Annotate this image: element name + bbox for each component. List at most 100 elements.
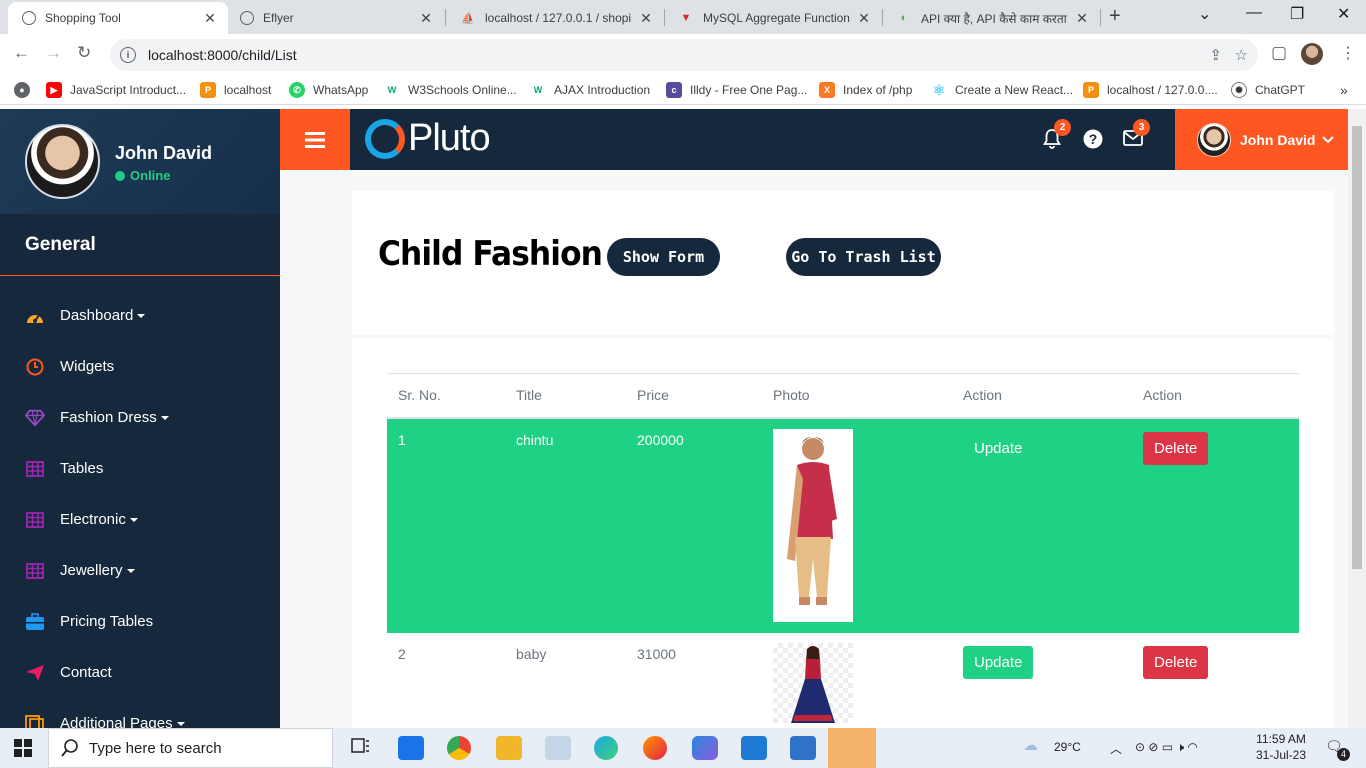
cell-delete: Delete [1132,418,1299,633]
close-window-icon[interactable]: ✕ [1337,4,1350,24]
sidebar-item-contact[interactable]: Contact [0,647,280,698]
close-tab-icon[interactable]: ✕ [1074,10,1090,27]
reload-icon[interactable]: ↻ [77,43,91,63]
apps-icon[interactable]: ● [14,82,38,98]
bookmark-item[interactable]: W W3Schools Online... [384,82,517,98]
w3schools-icon: W [530,82,546,98]
system-tray-chevron-icon[interactable]: ︿ [1110,740,1122,757]
show-form-button[interactable]: Show Form [607,238,720,276]
windows-start-icon[interactable] [14,739,32,760]
scrollbar-thumb[interactable] [1352,126,1362,569]
bookmark-item[interactable]: c Illdy - Free One Pag... [666,82,807,98]
cell-title: baby [516,645,547,662]
chevron-down-icon [176,721,185,726]
tab-title: MySQL Aggregate Functions [703,11,850,25]
trash-list-button[interactable]: Go To Trash List [786,238,941,276]
sidebar-item-additional-pages[interactable]: Additional Pages [0,698,280,728]
weather-temperature[interactable]: 29°C [1054,740,1081,754]
bookmark-item[interactable]: Plocalhost / 127.0.0.... [1083,82,1218,98]
file-explorer-icon[interactable] [496,736,522,760]
sidebar-item-widgets[interactable]: Widgets [0,341,280,392]
browser-tab[interactable]: ⛵ localhost / 127.0.0.1 / shopin ✕ [446,2,664,34]
page-scrollbar[interactable] [1348,109,1366,728]
svg-text:?: ? [1089,131,1098,147]
forward-icon[interactable]: → [45,43,62,63]
clock[interactable]: 11:59 AM 31-Jul-23 [1256,731,1306,763]
task-view-icon[interactable] [350,736,376,760]
table-row[interactable]: 2 baby 31000 Update Delete [387,633,1299,729]
browser-tab[interactable]: ▼ MySQL Aggregate Functions ✕ [664,2,882,34]
bookmark-item[interactable]: Plocalhost [200,82,271,98]
help-icon[interactable]: ? [1083,129,1103,155]
windows-taskbar: Type here to search ☁ 29°C ︿ ⊙ ⊘ ▭ 🕨 ◠ 1… [0,728,1366,768]
tray-icons[interactable]: ⊙ ⊘ ▭ 🕨 ◠ [1135,740,1198,755]
chrome-icon[interactable] [447,736,471,760]
taskbar-search[interactable]: Type here to search [48,728,333,768]
sidebar-item-tables[interactable]: Tables [0,443,280,494]
close-tab-icon[interactable]: ✕ [638,10,654,27]
sidebar-item-jewellery[interactable]: Jewellery [0,545,280,596]
mail-app-icon[interactable] [398,736,424,760]
vscode-icon[interactable] [741,736,767,760]
sidebar-item-pricing-tables[interactable]: Pricing Tables [0,596,280,647]
close-tab-icon[interactable]: ✕ [202,10,218,27]
column-header: Sr. No. [398,387,441,404]
cell-photo [762,418,952,633]
tab-search-icon[interactable]: ⌄ [1198,4,1211,24]
browser-tab-active[interactable]: Shopping Tool ✕ [8,2,228,34]
user-dropdown[interactable]: John David [1175,109,1348,170]
update-button[interactable]: Update [963,645,1034,679]
notification-count-badge: 2 [1054,119,1071,136]
phpmyadmin-icon: ⛵ [461,12,475,25]
url-bar[interactable]: i localhost:8000/child/List ⇪ ☆ [110,39,1258,71]
table-icon [25,510,45,530]
bookmark-item[interactable]: ✺ ChatGPT [1231,82,1305,98]
search-placeholder: Type here to search [89,739,222,757]
site-info-icon[interactable]: i [120,47,136,63]
cell-delete: Delete [1132,633,1299,729]
active-app-icon[interactable] [828,728,876,768]
sidebar: John David Online General Dashboard Widg… [0,109,280,728]
bookmark-item[interactable]: W AJAX Introduction [530,82,650,98]
phpmyadmin-icon: P [200,82,216,98]
sidebar-item-fashion-dress[interactable]: Fashion Dress [0,392,280,443]
bookmark-item[interactable]: X Index of /php [819,82,912,98]
cell-update: Update [952,633,1132,729]
paint-icon[interactable] [545,736,571,760]
bookmark-item[interactable]: ▶ JavaScript Introduct... [46,82,186,98]
bookmark-item[interactable]: ✆ WhatsApp [289,82,368,98]
close-tab-icon[interactable]: ✕ [418,10,434,27]
sidebar-menu: Dashboard Widgets Fashion Dress Tables E… [0,276,280,728]
profile-avatar[interactable] [1301,43,1323,65]
menu-icon[interactable]: ⋮ [1340,43,1356,63]
back-icon[interactable]: ← [13,43,30,63]
browser-tab[interactable]: ◐ API क्या है, API कैसे काम करता ✕ [882,2,1100,34]
more-bookmarks-icon[interactable]: » [1340,82,1348,98]
sidebar-item-electronic[interactable]: Electronic [0,494,280,545]
new-tab-icon[interactable]: + [1109,5,1121,28]
edge-icon[interactable] [594,736,618,760]
cell-title: chintu [516,431,554,448]
update-button[interactable]: Update [963,432,1033,465]
brand-logo[interactable]: Pluto [365,117,491,160]
share-bookmark-icons[interactable]: ⇪ ☆ [1209,46,1248,64]
browser-tab[interactable]: Eflyer ✕ [226,2,444,34]
delete-button[interactable]: Delete [1143,645,1209,679]
copilot-icon[interactable] [692,736,718,760]
whatsapp-icon: ✆ [289,82,305,98]
photos-icon[interactable] [790,736,816,760]
tab-title: localhost / 127.0.0.1 / shopin [485,11,632,25]
tab-title: API क्या है, API कैसे काम करता [921,11,1067,26]
bookmark-item[interactable]: ⚛ Create a New React... [931,82,1073,98]
sidebar-item-dashboard[interactable]: Dashboard [0,290,280,341]
minimize-icon[interactable]: — [1246,4,1262,22]
side-panel-icon[interactable]: ▢ [1271,43,1287,63]
phpmyadmin-icon: P [1083,82,1099,98]
delete-button[interactable]: Delete [1143,431,1209,465]
restore-icon[interactable]: ❐ [1290,4,1304,24]
close-tab-icon[interactable]: ✕ [856,10,872,27]
table-row[interactable]: 1 chintu 200000 Update Delete [387,417,1299,633]
hamburger-menu-button[interactable] [280,109,350,170]
firefox-icon[interactable] [643,736,667,760]
youtube-icon: ▶ [46,82,62,98]
